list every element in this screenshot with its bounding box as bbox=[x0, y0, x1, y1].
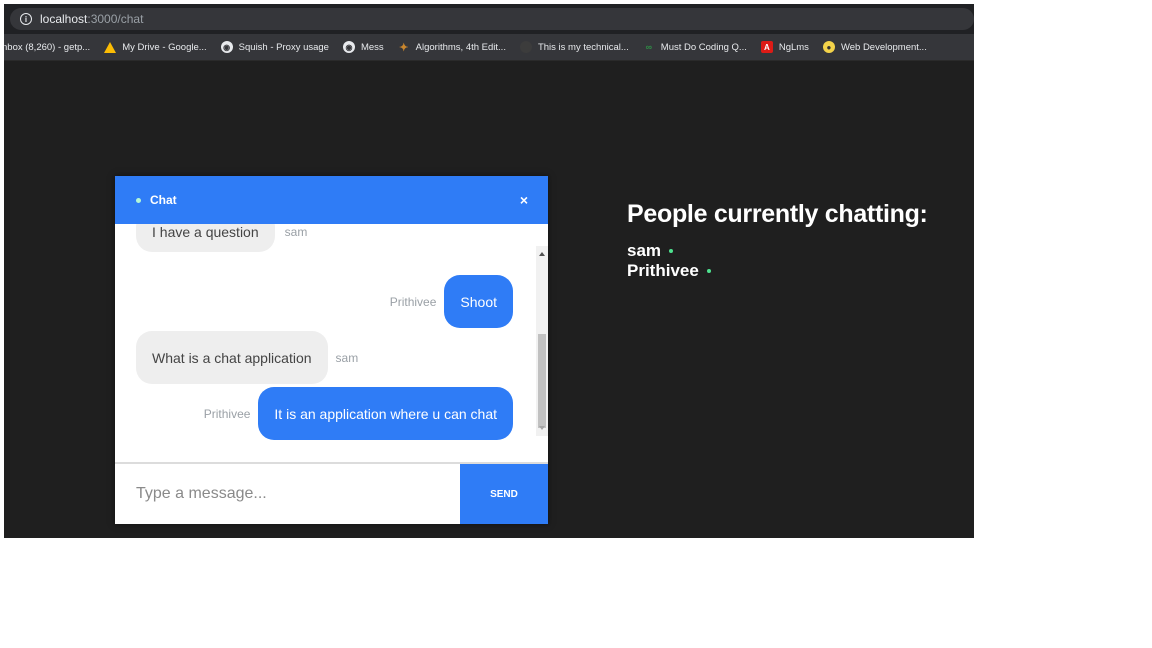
message-bubble: Shoot bbox=[444, 275, 513, 328]
participant-name: sam bbox=[627, 241, 662, 260]
chat-header: Chat × bbox=[115, 176, 548, 224]
bookmarks-bar: nbox (8,260) - getp... My Drive - Google… bbox=[4, 34, 974, 61]
message-composer: SEND bbox=[115, 462, 548, 524]
message-list: I have a question sam Prithivee Shoot Wh… bbox=[115, 224, 534, 462]
browser-viewport: i localhost:3000/chat nbox (8,260) - get… bbox=[4, 4, 974, 538]
chat-title: Chat bbox=[150, 193, 177, 207]
bookmark-label: nbox (8,260) - getp... bbox=[4, 41, 91, 53]
globe-icon: ◉ bbox=[342, 41, 355, 53]
bookmark-label: My Drive - Google... bbox=[122, 41, 207, 53]
bookmark-label: Squish - Proxy usage bbox=[238, 41, 329, 53]
google-drive-icon bbox=[104, 41, 117, 53]
message-sender: sam bbox=[335, 350, 359, 365]
bookmark-label: Web Development... bbox=[840, 41, 927, 53]
algorithms-icon: ✦ bbox=[399, 41, 409, 54]
online-status-icon bbox=[706, 269, 711, 273]
participant-name: Prithivee bbox=[627, 261, 699, 280]
online-status-icon bbox=[669, 249, 674, 253]
message-row: Prithivee Shoot bbox=[390, 275, 513, 328]
url-path: :3000/chat bbox=[87, 12, 144, 26]
bookmark-google-drive[interactable]: My Drive - Google... bbox=[104, 41, 207, 53]
bookmark-squish[interactable]: ◉ Squish - Proxy usage bbox=[220, 41, 329, 53]
url-field[interactable]: i localhost:3000/chat bbox=[10, 8, 974, 30]
message-row: I have a question sam bbox=[136, 224, 307, 252]
bookmark-web-development[interactable]: ● Web Development... bbox=[822, 41, 927, 53]
participants-panel: People currently chatting: sam Prithivee bbox=[627, 200, 928, 281]
bookmark-mess[interactable]: ◉ Mess bbox=[342, 41, 384, 53]
participant-item: sam bbox=[627, 241, 928, 261]
bookmark-geeksforgeeks[interactable]: ∞ Must Do Coding Q... bbox=[643, 41, 747, 53]
message-bubble: It is an application where u can chat bbox=[258, 387, 513, 440]
bookmark-label: Must Do Coding Q... bbox=[660, 41, 747, 53]
bookmark-gmail[interactable]: nbox (8,260) - getp... bbox=[4, 42, 90, 53]
scroll-down-arrow-icon[interactable] bbox=[539, 426, 545, 430]
send-button[interactable]: SEND bbox=[460, 464, 548, 524]
info-icon[interactable]: i bbox=[20, 13, 32, 25]
geeksforgeeks-icon: ∞ bbox=[645, 42, 652, 52]
address-bar: i localhost:3000/chat bbox=[4, 4, 974, 34]
message-sender: Prithivee bbox=[203, 406, 251, 421]
bookmark-label: This is my technical... bbox=[537, 41, 629, 53]
message-sender: sam bbox=[284, 224, 308, 239]
participants-list: sam Prithivee bbox=[627, 241, 928, 281]
bookmark-label: NgLms bbox=[778, 41, 809, 53]
message-scrollbar[interactable] bbox=[536, 246, 548, 436]
participant-item: Prithivee bbox=[627, 261, 928, 281]
message-input[interactable] bbox=[115, 464, 460, 524]
scroll-thumb[interactable] bbox=[538, 334, 546, 428]
bookmark-github[interactable]: This is my technical... bbox=[519, 41, 629, 53]
message-sender: Prithivee bbox=[389, 294, 437, 309]
github-icon bbox=[519, 41, 532, 53]
message-row: Prithivee It is an application where u c… bbox=[204, 387, 513, 440]
message-bubble: I have a question bbox=[136, 224, 275, 252]
bookmark-label: Mess bbox=[360, 41, 384, 53]
message-bubble: What is a chat application bbox=[136, 331, 328, 384]
online-indicator bbox=[136, 197, 141, 203]
web-dev-icon: ● bbox=[822, 41, 835, 53]
bookmark-algorithms[interactable]: ✦ Algorithms, 4th Edit... bbox=[398, 41, 506, 54]
close-button[interactable]: × bbox=[520, 192, 528, 208]
url-host: localhost bbox=[40, 12, 88, 26]
participants-title: People currently chatting: bbox=[627, 200, 928, 228]
chat-window: Chat × I have a question sam Prithivee S… bbox=[115, 176, 548, 524]
angular-icon: A bbox=[760, 41, 773, 53]
bookmark-nglms[interactable]: A NgLms bbox=[760, 41, 809, 53]
scroll-up-arrow-icon[interactable] bbox=[539, 252, 545, 256]
message-row: What is a chat application sam bbox=[136, 331, 358, 384]
globe-icon: ◉ bbox=[220, 41, 233, 53]
bookmark-label: Algorithms, 4th Edit... bbox=[415, 41, 506, 53]
